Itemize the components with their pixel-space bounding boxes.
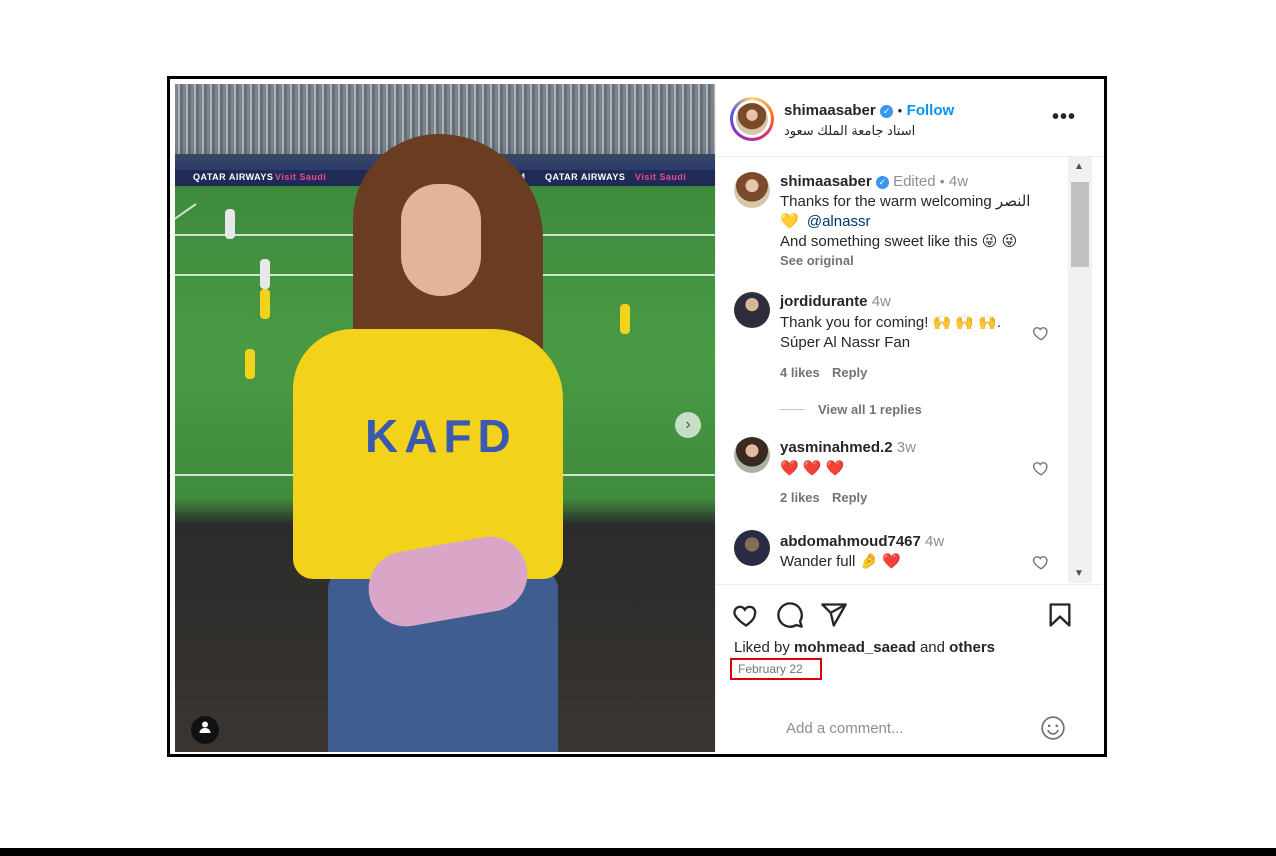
caption-time[interactable]: 4w <box>949 173 968 190</box>
ad-board-text: Visit Saudi <box>635 172 687 182</box>
scroll-down-arrow-icon[interactable]: ▼ <box>1074 568 1084 579</box>
comment-icon[interactable] <box>776 601 804 629</box>
comment-username[interactable]: abdomahmoud7467 <box>780 533 921 550</box>
comment-likes[interactable]: 2 likes <box>780 490 820 505</box>
comment-header: abdomahmoud7467 4w <box>780 532 944 552</box>
more-options-button[interactable]: ••• <box>1052 106 1076 129</box>
add-comment-bar: Add a comment... <box>716 700 1102 753</box>
caption-line-1: Thanks for the warm welcoming النصر <box>780 193 1031 210</box>
heart-icon[interactable] <box>732 601 760 629</box>
like-comment-icon[interactable] <box>1032 324 1050 342</box>
avatar-image <box>736 103 768 135</box>
player <box>245 349 255 379</box>
comment-avatar[interactable] <box>734 292 770 328</box>
view-replies-button[interactable]: View all 1 replies <box>818 402 922 417</box>
like-comment-icon[interactable] <box>1032 553 1050 571</box>
liked-by-user-link[interactable]: mohmead_saead <box>794 639 916 656</box>
caption-line-2: 💛 @alnassr <box>780 212 870 232</box>
comment-header: jordidurante 4w <box>780 292 891 312</box>
replies-divider <box>780 409 804 410</box>
comment-text: Wander full 🤌 ❤️ <box>780 553 901 570</box>
player <box>260 259 270 289</box>
comment-text: Súper Al Nassr Fan <box>780 334 911 351</box>
caption-username[interactable]: shimaasaber <box>780 173 872 190</box>
liked-by-others-link[interactable]: others <box>949 639 995 656</box>
comment-username[interactable]: yasminahmed.2 <box>780 439 893 456</box>
al-nassr-jersey: KAFD <box>293 329 563 579</box>
user-icon <box>199 721 211 733</box>
liked-by-prefix: Liked by <box>734 639 790 656</box>
header-separator: • <box>897 103 903 118</box>
comment-avatar[interactable] <box>734 530 770 566</box>
post-actions: Liked by mohmead_saead and others Februa… <box>716 584 1102 753</box>
edited-label: Edited <box>893 173 936 190</box>
post-header: shimaasaber ✓ • Follow استاد جامعة الملك… <box>716 84 1102 157</box>
comments-list[interactable]: shimaasaber ✓ Edited • 4w Thanks for the… <box>716 157 1092 583</box>
avatar-border <box>733 100 771 138</box>
pitch-line <box>175 203 197 297</box>
comment-username[interactable]: jordidurante <box>780 293 868 310</box>
comment-text: ❤️ ❤️ ❤️ <box>780 460 845 477</box>
caption-header: shimaasaber ✓ Edited • 4w <box>780 171 968 192</box>
player <box>620 304 630 334</box>
see-original-link[interactable]: See original <box>780 253 854 268</box>
comment-text: Thank you for coming! 🙌 🙌 🙌. <box>780 314 1002 331</box>
post-image[interactable]: QATAR AIRWAYS Visit Saudi .COM QATAR AIR… <box>175 84 715 752</box>
caption-separator: • <box>939 173 945 189</box>
reply-button[interactable]: Reply <box>832 365 867 380</box>
comment-likes[interactable]: 4 likes <box>780 365 820 380</box>
comment-time[interactable]: 4w <box>872 293 891 310</box>
caption-avatar[interactable] <box>734 172 770 208</box>
like-comment-icon[interactable] <box>1032 459 1050 477</box>
bottom-border <box>0 848 1276 856</box>
emoji-icon[interactable] <box>1040 715 1066 741</box>
post-sidebar: shimaasaber ✓ • Follow استاد جامعة الملك… <box>715 84 1102 752</box>
verified-icon: ✓ <box>875 176 889 189</box>
caption-line-3: And something sweet like this 😜 😜 <box>780 233 1018 250</box>
caption-emoji: 💛 <box>780 213 799 230</box>
woman-in-jersey: KAFD <box>293 124 593 752</box>
bookmark-icon[interactable] <box>1046 601 1074 629</box>
ad-board-text: QATAR AIRWAYS <box>193 172 274 182</box>
mention-link[interactable]: @alnassr <box>807 213 871 230</box>
player <box>225 209 235 239</box>
header-user-row: shimaasaber ✓ • Follow <box>784 102 954 120</box>
player <box>260 289 270 319</box>
post-modal: QATAR AIRWAYS Visit Saudi .COM QATAR AIR… <box>167 76 1107 757</box>
scrollbar-thumb[interactable] <box>1071 182 1089 267</box>
comment-avatar[interactable] <box>734 437 770 473</box>
location-link[interactable]: استاد جامعة الملك سعود <box>784 123 915 139</box>
comment-time[interactable]: 3w <box>897 439 916 456</box>
liked-by-and: and <box>919 639 945 656</box>
comment-header: yasminahmed.2 3w <box>780 438 916 458</box>
scroll-up-arrow-icon[interactable]: ▲ <box>1074 161 1084 172</box>
header-username[interactable]: shimaasaber <box>784 102 876 119</box>
comments-scrollbar[interactable]: ▲ ▼ <box>1068 157 1092 583</box>
jersey-sponsor-text: KAFD <box>365 410 517 462</box>
avatar[interactable] <box>730 97 774 141</box>
next-image-button[interactable]: › <box>675 412 701 438</box>
liked-by-text: Liked by mohmead_saead and others <box>734 639 995 656</box>
share-icon[interactable] <box>820 601 848 629</box>
tagged-user-icon[interactable] <box>191 716 219 744</box>
post-date[interactable]: February 22 <box>730 658 822 680</box>
add-comment-input[interactable]: Add a comment... <box>786 720 904 737</box>
verified-icon: ✓ <box>880 105 894 118</box>
face <box>401 184 481 296</box>
follow-button[interactable]: Follow <box>907 102 955 119</box>
comment-time[interactable]: 4w <box>925 533 944 550</box>
reply-button[interactable]: Reply <box>832 490 867 505</box>
